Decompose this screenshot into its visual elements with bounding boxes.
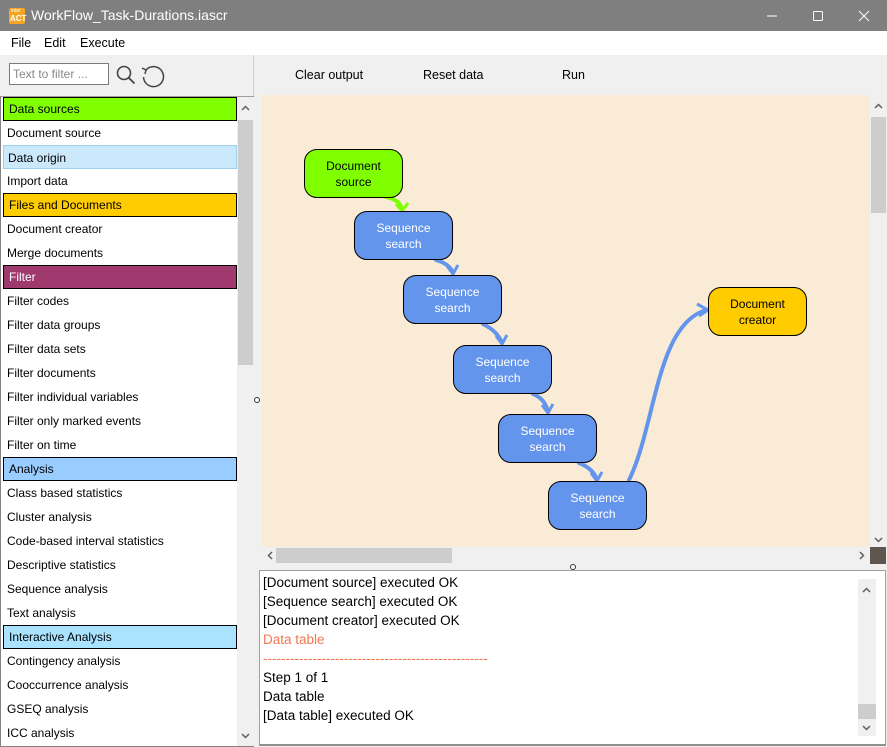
tool-list: Data sources Document source Data origin Im… [3, 97, 237, 745]
output-line: [Document source] executed OK [263, 575, 459, 590]
tool-item-filter-codes[interactable]: Filter codes [3, 289, 237, 313]
scroll-down-icon[interactable] [237, 727, 254, 744]
tool-item-sequence-analysis[interactable]: Sequence analysis [3, 577, 237, 601]
scroll-corner [870, 547, 886, 564]
vertical-splitter-handle[interactable] [254, 397, 260, 403]
output-line: Data table [263, 632, 325, 647]
tool-item-document-source[interactable]: Document source [3, 121, 237, 145]
tool-item-code-based-interval-statistics[interactable]: Code-based interval statistics [3, 529, 237, 553]
output-panel[interactable]: [Document source] executed OK [Sequence s… [259, 570, 886, 746]
canvas-scroll-up-icon[interactable] [870, 97, 887, 114]
node-sequence-search-1[interactable]: Sequence search [354, 211, 453, 260]
tool-item-document-creator[interactable]: Document creator [3, 217, 237, 241]
menu-execute[interactable]: Execute [80, 36, 125, 50]
tool-item-cluster-analysis[interactable]: Cluster analysis [3, 505, 237, 529]
node-sequence-search-5[interactable]: Sequence search [548, 481, 647, 530]
node-sequence-search-2[interactable]: Sequence search [403, 275, 502, 324]
output-line: ----------------------------------------… [263, 651, 488, 666]
app-logo-icon: inter ACT [9, 8, 27, 24]
output-scroll-thumb[interactable] [858, 704, 876, 719]
node-document-source[interactable]: Document source [304, 149, 403, 198]
minimize-button[interactable] [749, 0, 795, 31]
tool-item-gseq-analysis[interactable]: GSEQ analysis [3, 697, 237, 721]
connection-6 [627, 308, 708, 482]
clear-output-button[interactable]: Clear output [295, 68, 363, 82]
canvas-scroll-down-icon[interactable] [870, 535, 887, 545]
canvas-scroll-right-icon[interactable] [853, 547, 870, 564]
reset-data-button[interactable]: Reset data [423, 68, 483, 82]
tool-item-class-based-statistics[interactable]: Class based statistics [3, 481, 237, 505]
close-button[interactable] [841, 0, 887, 31]
tool-item-descriptive-statistics[interactable]: Descriptive statistics [3, 553, 237, 577]
menu-file[interactable]: File [11, 36, 31, 50]
output-scroll-down-icon[interactable] [858, 719, 875, 736]
tool-item-text-analysis[interactable]: Text analysis [3, 601, 237, 625]
tool-item-filter-data-groups[interactable]: Filter data groups [3, 313, 237, 337]
category-data-origin[interactable]: Data origin [3, 145, 237, 169]
tool-list-scrollbar[interactable] [237, 97, 254, 746]
output-line: [Data table] executed OK [263, 708, 414, 723]
output-line: [Document creator] executed OK [263, 613, 460, 628]
minimize-icon [767, 15, 777, 16]
tool-item-import-data[interactable]: Import data [3, 169, 237, 193]
category-interactive-analysis[interactable]: Interactive Analysis [3, 625, 237, 649]
node-document-creator[interactable]: Document creator [708, 287, 807, 336]
search-icon[interactable] [115, 64, 137, 86]
tool-item-filter-individual-variables[interactable]: Filter individual variables [3, 385, 237, 409]
canvas-horizontal-scrollbar[interactable] [261, 547, 870, 564]
category-data-sources[interactable]: Data sources [3, 97, 237, 121]
tool-list-scroll-thumb[interactable] [238, 120, 253, 365]
tool-item-filter-data-sets[interactable]: Filter data sets [3, 337, 237, 361]
title-bar: inter ACT WorkFlow_Task-Durations.iascr [0, 0, 887, 31]
filter-input[interactable] [9, 63, 109, 85]
menu-bar: File Edit Execute [0, 31, 887, 55]
tool-list-panel: Data sources Document source Data origin Im… [0, 96, 254, 747]
tool-item-icc-analysis[interactable]: ICC analysis [3, 721, 237, 745]
category-files-and-documents[interactable]: Files and Documents [3, 193, 237, 217]
output-line: [Sequence search] executed OK [263, 594, 458, 609]
maximize-button[interactable] [795, 0, 841, 31]
run-button[interactable]: Run [562, 68, 585, 82]
output-log: [Document source] executed OK [Sequence s… [263, 573, 488, 725]
toolbar: Clear output Reset data Run [255, 55, 887, 95]
output-line: Data table [263, 689, 325, 704]
canvas-vscroll-thumb[interactable] [871, 117, 886, 213]
tool-item-contingency-analysis[interactable]: Contingency analysis [3, 649, 237, 673]
reset-icon[interactable] [139, 62, 167, 90]
menu-edit[interactable]: Edit [44, 36, 66, 50]
output-scroll-up-icon[interactable] [858, 581, 875, 598]
scroll-up-icon[interactable] [237, 99, 254, 116]
canvas-hscroll-thumb[interactable] [276, 548, 452, 563]
canvas-vertical-scrollbar[interactable] [870, 95, 887, 547]
node-sequence-search-4[interactable]: Sequence search [498, 414, 597, 463]
window-title: WorkFlow_Task-Durations.iascr [31, 7, 228, 23]
category-filter[interactable]: Filter [3, 265, 237, 289]
maximize-icon [813, 10, 823, 21]
output-line: Step 1 of 1 [263, 670, 329, 685]
tool-item-filter-only-marked-events[interactable]: Filter only marked events [3, 409, 237, 433]
tool-item-filter-on-time[interactable]: Filter on time [3, 433, 237, 457]
tool-item-merge-documents[interactable]: Merge documents [3, 241, 237, 265]
workflow-canvas[interactable]: Document source Sequence search Sequence se… [261, 95, 870, 547]
tool-item-filter-documents[interactable]: Filter documents [3, 361, 237, 385]
close-icon [858, 10, 870, 21]
tool-item-cooccurrence-analysis[interactable]: Cooccurrence analysis [3, 673, 237, 697]
output-scrollbar[interactable] [858, 579, 876, 736]
node-sequence-search-3[interactable]: Sequence search [453, 345, 552, 394]
category-analysis[interactable]: Analysis [3, 457, 237, 481]
